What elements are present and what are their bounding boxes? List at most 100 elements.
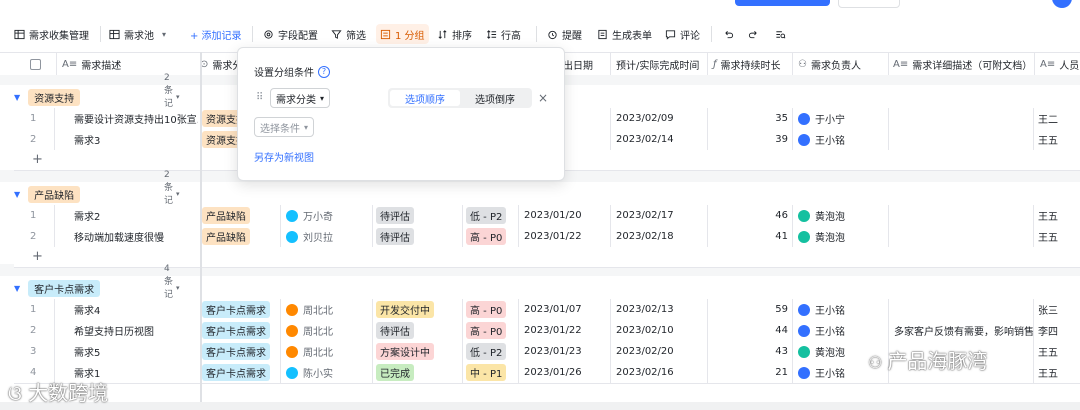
- done-date-cell[interactable]: 2023/02/10: [616, 320, 706, 341]
- desc-cell[interactable]: 需求5: [74, 341, 198, 362]
- save-as-view-link[interactable]: 另存为新视图: [254, 149, 314, 164]
- desc-cell[interactable]: 需求3: [74, 129, 198, 150]
- undo-button[interactable]: [723, 20, 734, 48]
- duration-cell[interactable]: 59: [714, 299, 788, 320]
- doc-title[interactable]: 需求收集管理: [14, 20, 89, 48]
- submit-date-cell[interactable]: 2023/01/07: [524, 299, 610, 320]
- detail-cell[interactable]: [894, 129, 1034, 150]
- group-header[interactable]: ▼ 资源支持 2 条记录▾: [14, 73, 180, 122]
- submitter-cell[interactable]: 刘贝拉: [286, 226, 372, 247]
- desc-cell[interactable]: 移动端加载速度很慢: [74, 226, 198, 247]
- view-switcher[interactable]: 需求池 ▾: [109, 20, 166, 48]
- group-record-count[interactable]: 2 条记录▾: [164, 73, 180, 122]
- row-height-button[interactable]: 行高: [486, 20, 521, 48]
- category-cell[interactable]: 客户卡点需求: [202, 299, 276, 320]
- category-cell[interactable]: 客户卡点需求: [202, 362, 276, 383]
- frozen-column-divider[interactable]: [200, 52, 202, 402]
- drag-handle-icon[interactable]: ⠿: [256, 92, 263, 103]
- column-header-owner[interactable]: ⚇ 需求负责人: [798, 53, 861, 75]
- collapse-caret-icon[interactable]: ▼: [14, 284, 20, 293]
- owner-cell[interactable]: 王小铭: [798, 129, 888, 150]
- person-cell[interactable]: 王二: [1038, 108, 1080, 129]
- table-row[interactable]: 2 希望支持日历视图 客户卡点需求 周北北 待评估 高 - P0 2023/01/22 202…: [14, 320, 1080, 342]
- table-row[interactable]: 1 需求2 产品缺陷 万小奇 待评估 低 - P2 2023/01/20 2023/02/17…: [14, 205, 1080, 227]
- comment-button[interactable]: 评论: [665, 20, 700, 48]
- done-date-cell[interactable]: 2023/02/17: [616, 205, 706, 226]
- status-cell[interactable]: 方案设计中: [376, 341, 462, 362]
- row-index[interactable]: 1: [30, 299, 50, 320]
- column-header-person[interactable]: A≡ 人员: [1040, 53, 1079, 75]
- top-primary-button[interactable]: [735, 0, 830, 6]
- redo-button[interactable]: [748, 20, 759, 48]
- category-cell[interactable]: 客户卡点需求: [202, 320, 276, 341]
- group-field-select[interactable]: 需求分类 ▾: [270, 88, 331, 108]
- group-button[interactable]: 1 分组: [376, 24, 429, 44]
- priority-cell[interactable]: 低 - P2: [466, 205, 516, 226]
- top-secondary-button[interactable]: [838, 0, 900, 8]
- duration-cell[interactable]: 39: [714, 129, 788, 150]
- row-index[interactable]: 2: [30, 226, 50, 247]
- done-date-cell[interactable]: 2023/02/14: [616, 129, 706, 150]
- reminder-button[interactable]: 提醒: [547, 20, 582, 48]
- detail-cell[interactable]: [894, 299, 1034, 320]
- row-index[interactable]: 2: [30, 320, 50, 341]
- category-cell[interactable]: 产品缺陷: [202, 226, 276, 247]
- person-cell[interactable]: 王五: [1038, 341, 1080, 362]
- duration-cell[interactable]: 35: [714, 108, 788, 129]
- done-date-cell[interactable]: 2023/02/13: [616, 299, 706, 320]
- column-header-duration[interactable]: ƒ 需求持续时长: [713, 53, 781, 75]
- top-avatar[interactable]: [1052, 0, 1072, 8]
- generate-form-button[interactable]: 生成表单: [597, 20, 652, 48]
- desc-cell[interactable]: 需要设计资源支持出10张宣...: [74, 108, 198, 129]
- owner-cell[interactable]: 于小宁: [798, 108, 888, 129]
- priority-cell[interactable]: 低 - P2: [466, 341, 516, 362]
- detail-cell[interactable]: [894, 226, 1034, 247]
- submit-date-cell[interactable]: 2023/01/22: [524, 226, 610, 247]
- group-record-count[interactable]: 2 条记录▾: [164, 170, 180, 219]
- category-cell[interactable]: 产品缺陷: [202, 205, 276, 226]
- column-header-submit-date[interactable]: 出日期: [563, 53, 593, 75]
- detail-cell[interactable]: [894, 205, 1034, 226]
- duration-cell[interactable]: 46: [714, 205, 788, 226]
- collapse-caret-icon[interactable]: ▼: [14, 190, 20, 199]
- add-row-button[interactable]: +: [14, 247, 1080, 268]
- category-cell[interactable]: 客户卡点需求: [202, 341, 276, 362]
- owner-cell[interactable]: 王小铭: [798, 320, 888, 341]
- person-cell[interactable]: 李四: [1038, 320, 1080, 341]
- search-button[interactable]: [775, 20, 786, 48]
- group-header[interactable]: ▼ 产品缺陷 2 条记录▾: [14, 170, 180, 219]
- column-header-detail[interactable]: A≡ 需求详细描述（可附文档）: [893, 53, 1032, 75]
- sort-button[interactable]: 排序: [437, 20, 472, 48]
- duration-cell[interactable]: 44: [714, 320, 788, 341]
- column-header-desc[interactable]: A≡ 需求描述: [62, 53, 121, 75]
- status-cell[interactable]: 待评估: [376, 320, 462, 341]
- status-cell[interactable]: 待评估: [376, 205, 462, 226]
- detail-cell[interactable]: [894, 108, 1034, 129]
- table-row[interactable]: 1 需求4 客户卡点需求 周北北 开发交付中 高 - P0 2023/01/07 2023/0…: [14, 299, 1080, 321]
- row-index[interactable]: 3: [30, 341, 50, 362]
- person-cell[interactable]: 王五: [1038, 226, 1080, 247]
- row-index[interactable]: 2: [30, 129, 50, 150]
- status-cell[interactable]: 已完成: [376, 362, 462, 383]
- duration-cell[interactable]: 41: [714, 226, 788, 247]
- collapse-caret-icon[interactable]: ▼: [14, 93, 20, 102]
- select-all-checkbox[interactable]: [30, 53, 41, 75]
- submit-date-cell[interactable]: 2023/01/23: [524, 341, 610, 362]
- owner-cell[interactable]: 黄泡泡: [798, 205, 888, 226]
- desc-cell[interactable]: 希望支持日历视图: [74, 320, 198, 341]
- submit-date-cell[interactable]: 2023/01/26: [524, 362, 610, 383]
- done-date-cell[interactable]: 2023/02/09: [616, 108, 706, 129]
- submit-date-cell[interactable]: 2023/01/22: [524, 320, 610, 341]
- close-icon[interactable]: ×: [538, 91, 548, 105]
- submitter-cell[interactable]: 陈小实: [286, 362, 372, 383]
- duration-cell[interactable]: 43: [714, 341, 788, 362]
- add-record-button[interactable]: + 添加记录: [190, 20, 242, 48]
- submitter-cell[interactable]: 周北北: [286, 299, 372, 320]
- group-record-count[interactable]: 4 条记录▾: [164, 264, 180, 313]
- submit-date-cell[interactable]: 2023/01/20: [524, 205, 610, 226]
- order-asc-option[interactable]: 选项顺序: [390, 90, 460, 106]
- done-date-cell[interactable]: 2023/02/20: [616, 341, 706, 362]
- submitter-cell[interactable]: 万小奇: [286, 205, 372, 226]
- done-date-cell[interactable]: 2023/02/16: [616, 362, 706, 383]
- field-config-button[interactable]: 字段配置: [263, 20, 318, 48]
